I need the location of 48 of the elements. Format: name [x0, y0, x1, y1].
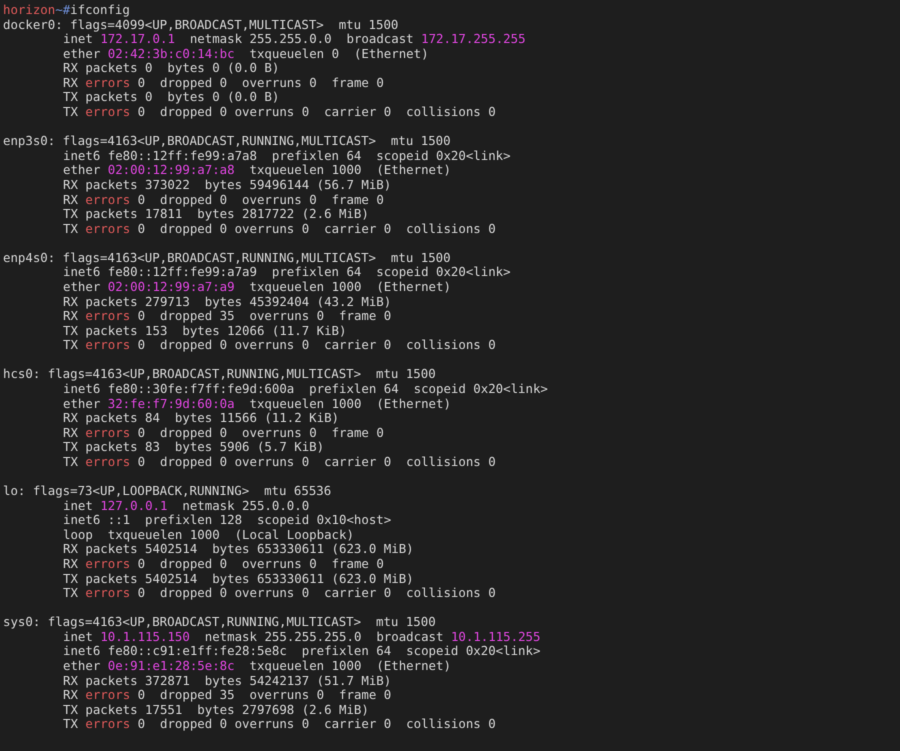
output-line: TX errors 0 dropped 0 overruns 0 carrier 0 collisions 0 — [63, 717, 496, 732]
output-line: ether 02:00:12:99:a7:a8 txqueuelen 1000 (Ethernet) — [63, 163, 451, 178]
output-line: RX errors 0 dropped 0 overruns 0 frame 0 — [63, 426, 384, 440]
output-line: inet6 fe80::12ff:fe99:a7a8 prefixlen 64 scopeid 0x20<link> — [63, 148, 511, 164]
output-line: ether 32:fe:f7:9d:60:0a txqueuelen 1000 (Ethernet) — [63, 396, 451, 412]
output-line: inet 172.17.0.1 netmask 255.255.0.0 broadcast 172.17.255.255 — [63, 32, 526, 47]
interface-header: enp3s0: flags=4163<UP,BROADCAST,RUNNING,MULTICAST> mtu 1500 — [3, 134, 451, 149]
interface-header: enp4s0: flags=4163<UP,BROADCAST,RUNNING,MULTICAST> mtu 1500 — [3, 250, 451, 266]
output-line: TX errors 0 dropped 0 overruns 0 carrier 0 collisions 0 — [63, 454, 496, 470]
output-line: inet 127.0.0.1 netmask 255.0.0.0 — [63, 498, 310, 514]
output-line: TX packets 153 bytes 12066 (11.7 KiB) — [63, 324, 346, 338]
output-line: inet 10.1.115.150 netmask 255.255.255.0 broadcast 10.1.115.255 — [63, 630, 540, 644]
prompt-path: ~ — [55, 3, 63, 18]
output-line: inet6 fe80::12ff:fe99:a7a9 prefixlen 64 scopeid 0x20<link> — [63, 265, 511, 280]
output-line: RX packets 373022 bytes 59496144 (56.7 MiB) — [63, 178, 392, 193]
output-line: RX packets 372871 bytes 54242137 (51.7 MiB) — [63, 674, 392, 688]
output-line: RX packets 0 bytes 0 (0.0 B) — [63, 61, 280, 76]
output-line: TX errors 0 dropped 0 overruns 0 carrier 0 collisions 0 — [63, 222, 496, 236]
output-line: RX errors 0 dropped 35 overruns 0 frame 0 — [63, 309, 392, 324]
output-line: TX packets 5402514 bytes 653330611 (623.0 MiB) — [63, 572, 414, 586]
output-line: TX errors 0 dropped 0 overruns 0 carrier 0 collisions 0 — [63, 338, 496, 353]
output-line: TX packets 83 bytes 5906 (5.7 KiB) — [63, 440, 324, 455]
prompt-user: horizon — [3, 3, 56, 18]
output-line: RX errors 0 dropped 0 overruns 0 frame 0 — [63, 192, 384, 208]
output-line: RX errors 0 dropped 0 overruns 0 frame 0 — [63, 556, 384, 572]
output-line: RX errors 0 dropped 0 overruns 0 frame 0 — [63, 76, 384, 90]
output-line: inet6 ::1 prefixlen 128 scopeid 0x10<host> — [63, 513, 392, 528]
output-line: ether 0e:91:e1:28:5e:8c txqueuelen 1000 (Ethernet) — [63, 659, 451, 674]
output-line: ether 02:00:12:99:a7:a9 txqueuelen 1000 (Ethernet) — [63, 280, 451, 295]
output-line: TX errors 0 dropped 0 overruns 0 carrier 0 collisions 0 — [63, 586, 496, 601]
output-line: RX packets 84 bytes 11566 (11.2 KiB) — [63, 411, 340, 426]
prompt-symbol: # — [62, 3, 70, 18]
output-line: inet6 fe80::30fe:f7ff:fe9d:600a prefixlen 64 scopeid 0x20<link> — [63, 382, 548, 397]
interface-header: hcs0: flags=4163<UP,BROADCAST,RUNNING,MULTICAST> mtu 1500 — [3, 367, 436, 382]
interface-header: lo: flags=73<UP,LOOPBACK,RUNNING> mtu 65536 — [3, 484, 332, 499]
output-line: ether 02:42:3b:c0:14:bc txqueuelen 0 (Ethernet) — [63, 46, 429, 62]
output-line: RX packets 279713 bytes 45392404 (43.2 MiB) — [63, 294, 392, 310]
output-line: loop txqueuelen 1000 (Local Loopback) — [63, 528, 354, 542]
command-text: ifconfig — [70, 3, 130, 18]
output-line: inet6 fe80::c91:e1ff:fe28:5e8c prefixlen 64 scopeid 0x20<link> — [63, 644, 540, 660]
output-line: TX errors 0 dropped 0 overruns 0 carrier 0 collisions 0 — [63, 105, 496, 120]
output-line: TX packets 0 bytes 0 (0.0 B) — [63, 90, 280, 106]
interface-header: sys0: flags=4163<UP,BROADCAST,RUNNING,MULTICAST> mtu 1500 — [3, 615, 436, 630]
output-line: TX packets 17551 bytes 2797698 (2.6 MiB) — [63, 702, 369, 718]
output-line: RX errors 0 dropped 35 overruns 0 frame 0 — [63, 688, 392, 703]
interface-header: docker0: flags=4099<UP,BROADCAST,MULTICAST> mtu 1500 — [3, 18, 398, 32]
output-line: TX packets 17811 bytes 2817722 (2.6 MiB) — [63, 207, 369, 222]
output-line: RX packets 5402514 bytes 653330611 (623.0 MiB) — [63, 542, 414, 557]
